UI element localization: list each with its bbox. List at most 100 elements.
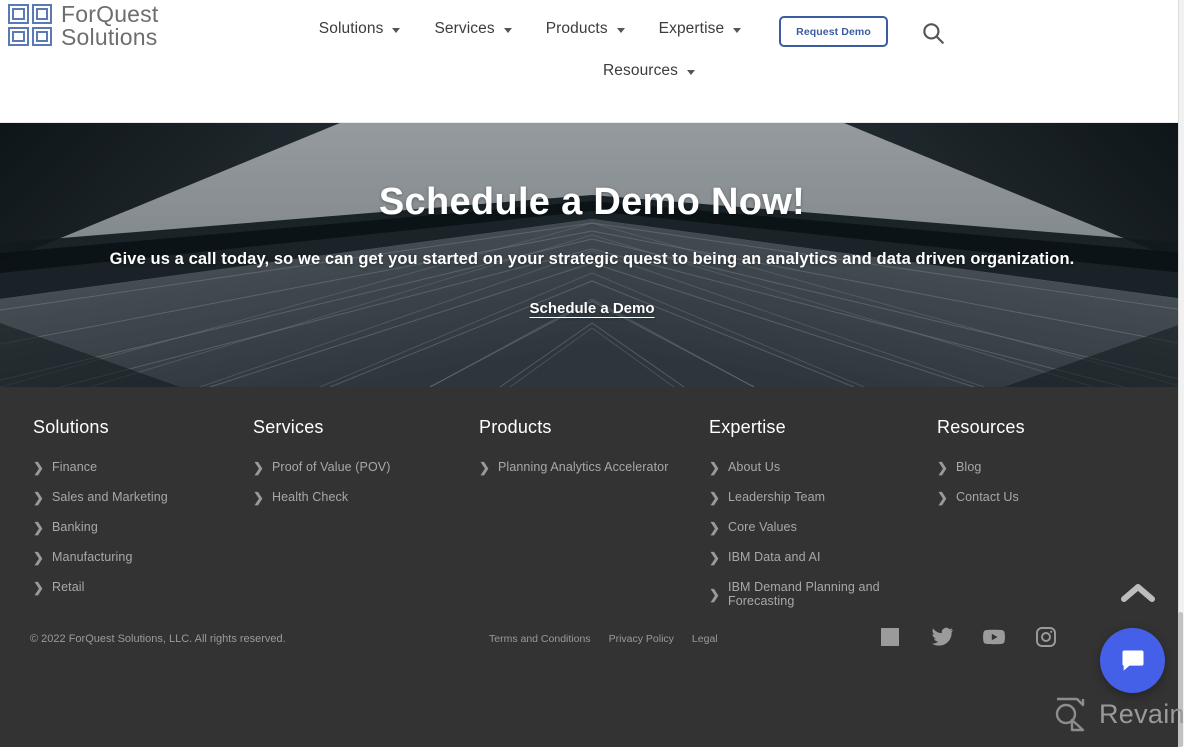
nav-item-label: Solutions	[318, 20, 384, 37]
page-scrollbar-track[interactable]	[1178, 0, 1184, 747]
main-navigation: Solutions Services Products Expertise Re…	[300, 16, 760, 84]
nav-row-primary: Solutions Services Products Expertise	[300, 16, 760, 42]
chevron-right-icon: ❯	[709, 586, 720, 602]
nav-item-label: Expertise	[658, 20, 725, 37]
site-footer: Solutions ❯ Finance ❯ Sales and Marketin…	[0, 387, 1184, 747]
chevron-down-icon	[392, 27, 401, 33]
footer-link-label: IBM Demand Planning and Forecasting	[728, 580, 880, 608]
footer-column-products: Products ❯ Planning Analytics Accelerato…	[454, 417, 684, 624]
request-demo-button[interactable]: Request Demo	[779, 16, 888, 47]
footer-link-about-us[interactable]: ❯ About Us	[709, 460, 912, 474]
logo-line-1: ForQuest	[61, 1, 159, 27]
footer-link-label: Health Check	[272, 490, 349, 504]
footer-column-title: Expertise	[709, 417, 786, 437]
nav-item-expertise[interactable]: Expertise	[642, 16, 759, 42]
footer-link-label: Blog	[956, 460, 982, 474]
footer-link-ibm-data-and-ai[interactable]: ❯ IBM Data and AI	[709, 550, 912, 564]
footer-link-planning-analytics-accelerator[interactable]: ❯ Planning Analytics Accelerator	[479, 460, 684, 474]
chevron-down-icon	[733, 27, 742, 33]
footer-link-label: IBM Data and AI	[728, 550, 821, 564]
page-scrollbar-thumb[interactable]	[1178, 612, 1183, 747]
browser-viewport: ForQuest Solutions Solutions Services Pr	[0, 0, 1184, 747]
chevron-right-icon: ❯	[33, 489, 44, 505]
chevron-right-icon: ❯	[253, 459, 264, 475]
chevron-right-icon: ❯	[937, 459, 948, 475]
footer-link-label: Proof of Value (POV)	[272, 460, 391, 474]
chevron-right-icon: ❯	[709, 459, 720, 475]
footer-column-solutions: Solutions ❯ Finance ❯ Sales and Marketin…	[0, 417, 227, 624]
nav-row-secondary: Resources	[300, 58, 760, 84]
site-logo[interactable]: ForQuest Solutions	[8, 2, 158, 50]
chevron-right-icon: ❯	[33, 459, 44, 475]
site-header: ForQuest Solutions Solutions Services Pr	[0, 0, 1184, 123]
footer-column-title: Products	[479, 417, 552, 437]
twitter-icon[interactable]	[930, 625, 954, 649]
chevron-right-icon: ❯	[937, 489, 948, 505]
page-root: ForQuest Solutions Solutions Services Pr	[0, 0, 1190, 747]
footer-link-label: About Us	[728, 460, 781, 474]
chat-widget-button[interactable]	[1100, 628, 1165, 693]
footer-link-label: Core Values	[728, 520, 797, 534]
search-icon[interactable]	[920, 20, 946, 46]
nav-item-label: Products	[545, 20, 608, 37]
four-squares-logo-icon	[8, 4, 52, 46]
chat-bubble-icon	[1121, 650, 1143, 671]
footer-link-leadership-team[interactable]: ❯ Leadership Team	[709, 490, 912, 504]
schedule-a-demo-link[interactable]: Schedule a Demo	[529, 300, 654, 317]
footer-link-blog[interactable]: ❯ Blog	[937, 460, 1142, 474]
legal-links: Terms and Conditions Privacy Policy Lega…	[489, 633, 718, 645]
footer-link-sales-and-marketing[interactable]: ❯ Sales and Marketing	[33, 490, 227, 504]
hero-content: Schedule a Demo Now! Give us a call toda…	[0, 123, 1184, 387]
footer-link-proof-of-value[interactable]: ❯ Proof of Value (POV)	[253, 460, 454, 474]
footer-link-label: Contact Us	[956, 490, 1019, 504]
footer-link-ibm-demand-planning-and-forecasting[interactable]: ❯ IBM Demand Planning and Forecasting	[709, 580, 912, 608]
privacy-policy-link[interactable]: Privacy Policy	[609, 633, 674, 645]
footer-link-label: Manufacturing	[52, 550, 133, 564]
footer-link-label: Sales and Marketing	[52, 490, 168, 504]
footer-link-manufacturing[interactable]: ❯ Manufacturing	[33, 550, 227, 564]
footer-link-contact-us[interactable]: ❯ Contact Us	[937, 490, 1142, 504]
footer-link-finance[interactable]: ❯ Finance	[33, 460, 227, 474]
footer-link-core-values[interactable]: ❯ Core Values	[709, 520, 912, 534]
footer-link-label: Banking	[52, 520, 98, 534]
terms-and-conditions-link[interactable]: Terms and Conditions	[489, 633, 591, 645]
chevron-down-icon	[503, 27, 512, 33]
chevron-right-icon: ❯	[33, 549, 44, 565]
footer-column-title: Services	[253, 417, 324, 437]
footer-link-columns: Solutions ❯ Finance ❯ Sales and Marketin…	[0, 417, 1184, 624]
back-to-top-button[interactable]	[1119, 580, 1157, 606]
chevron-right-icon: ❯	[33, 519, 44, 535]
footer-link-health-check[interactable]: ❯ Health Check	[253, 490, 454, 504]
footer-column-title: Resources	[937, 417, 1025, 437]
nav-item-services[interactable]: Services	[417, 16, 528, 42]
footer-column-title: Solutions	[33, 417, 109, 437]
footer-link-label: Leadership Team	[728, 490, 826, 504]
nav-item-resources[interactable]: Resources	[586, 58, 712, 84]
chevron-right-icon: ❯	[253, 489, 264, 505]
social-links	[878, 625, 1058, 649]
legal-link[interactable]: Legal	[692, 633, 718, 645]
instagram-icon[interactable]	[1034, 625, 1058, 649]
footer-bottom-bar: © 2022 ForQuest Solutions, LLC. All righ…	[0, 619, 1184, 699]
nav-item-label: Resources	[603, 62, 678, 79]
logo-line-2: Solutions	[61, 24, 158, 51]
hero-title: Schedule a Demo Now!	[378, 181, 806, 223]
youtube-icon[interactable]	[982, 625, 1006, 649]
nav-item-label: Services	[434, 20, 495, 37]
footer-link-retail[interactable]: ❯ Retail	[33, 580, 227, 594]
footer-column-expertise: Expertise ❯ About Us ❯ Leadership Team ❯…	[684, 417, 912, 624]
footer-link-label: Retail	[52, 580, 85, 594]
footer-link-label: Finance	[52, 460, 98, 474]
footer-column-services: Services ❯ Proof of Value (POV) ❯ Health…	[227, 417, 454, 624]
logo-wordmark: ForQuest Solutions	[61, 2, 158, 50]
copyright-text: © 2022 ForQuest Solutions, LLC. All righ…	[30, 633, 286, 645]
chevron-right-icon: ❯	[709, 519, 720, 535]
nav-item-products[interactable]: Products	[529, 16, 642, 42]
chevron-down-icon	[687, 69, 695, 75]
chevron-down-icon	[616, 27, 625, 33]
chevron-right-icon: ❯	[709, 489, 720, 505]
chevron-right-icon: ❯	[33, 579, 44, 595]
nav-item-solutions[interactable]: Solutions	[302, 16, 418, 42]
linkedin-icon[interactable]	[878, 625, 902, 649]
footer-link-banking[interactable]: ❯ Banking	[33, 520, 227, 534]
